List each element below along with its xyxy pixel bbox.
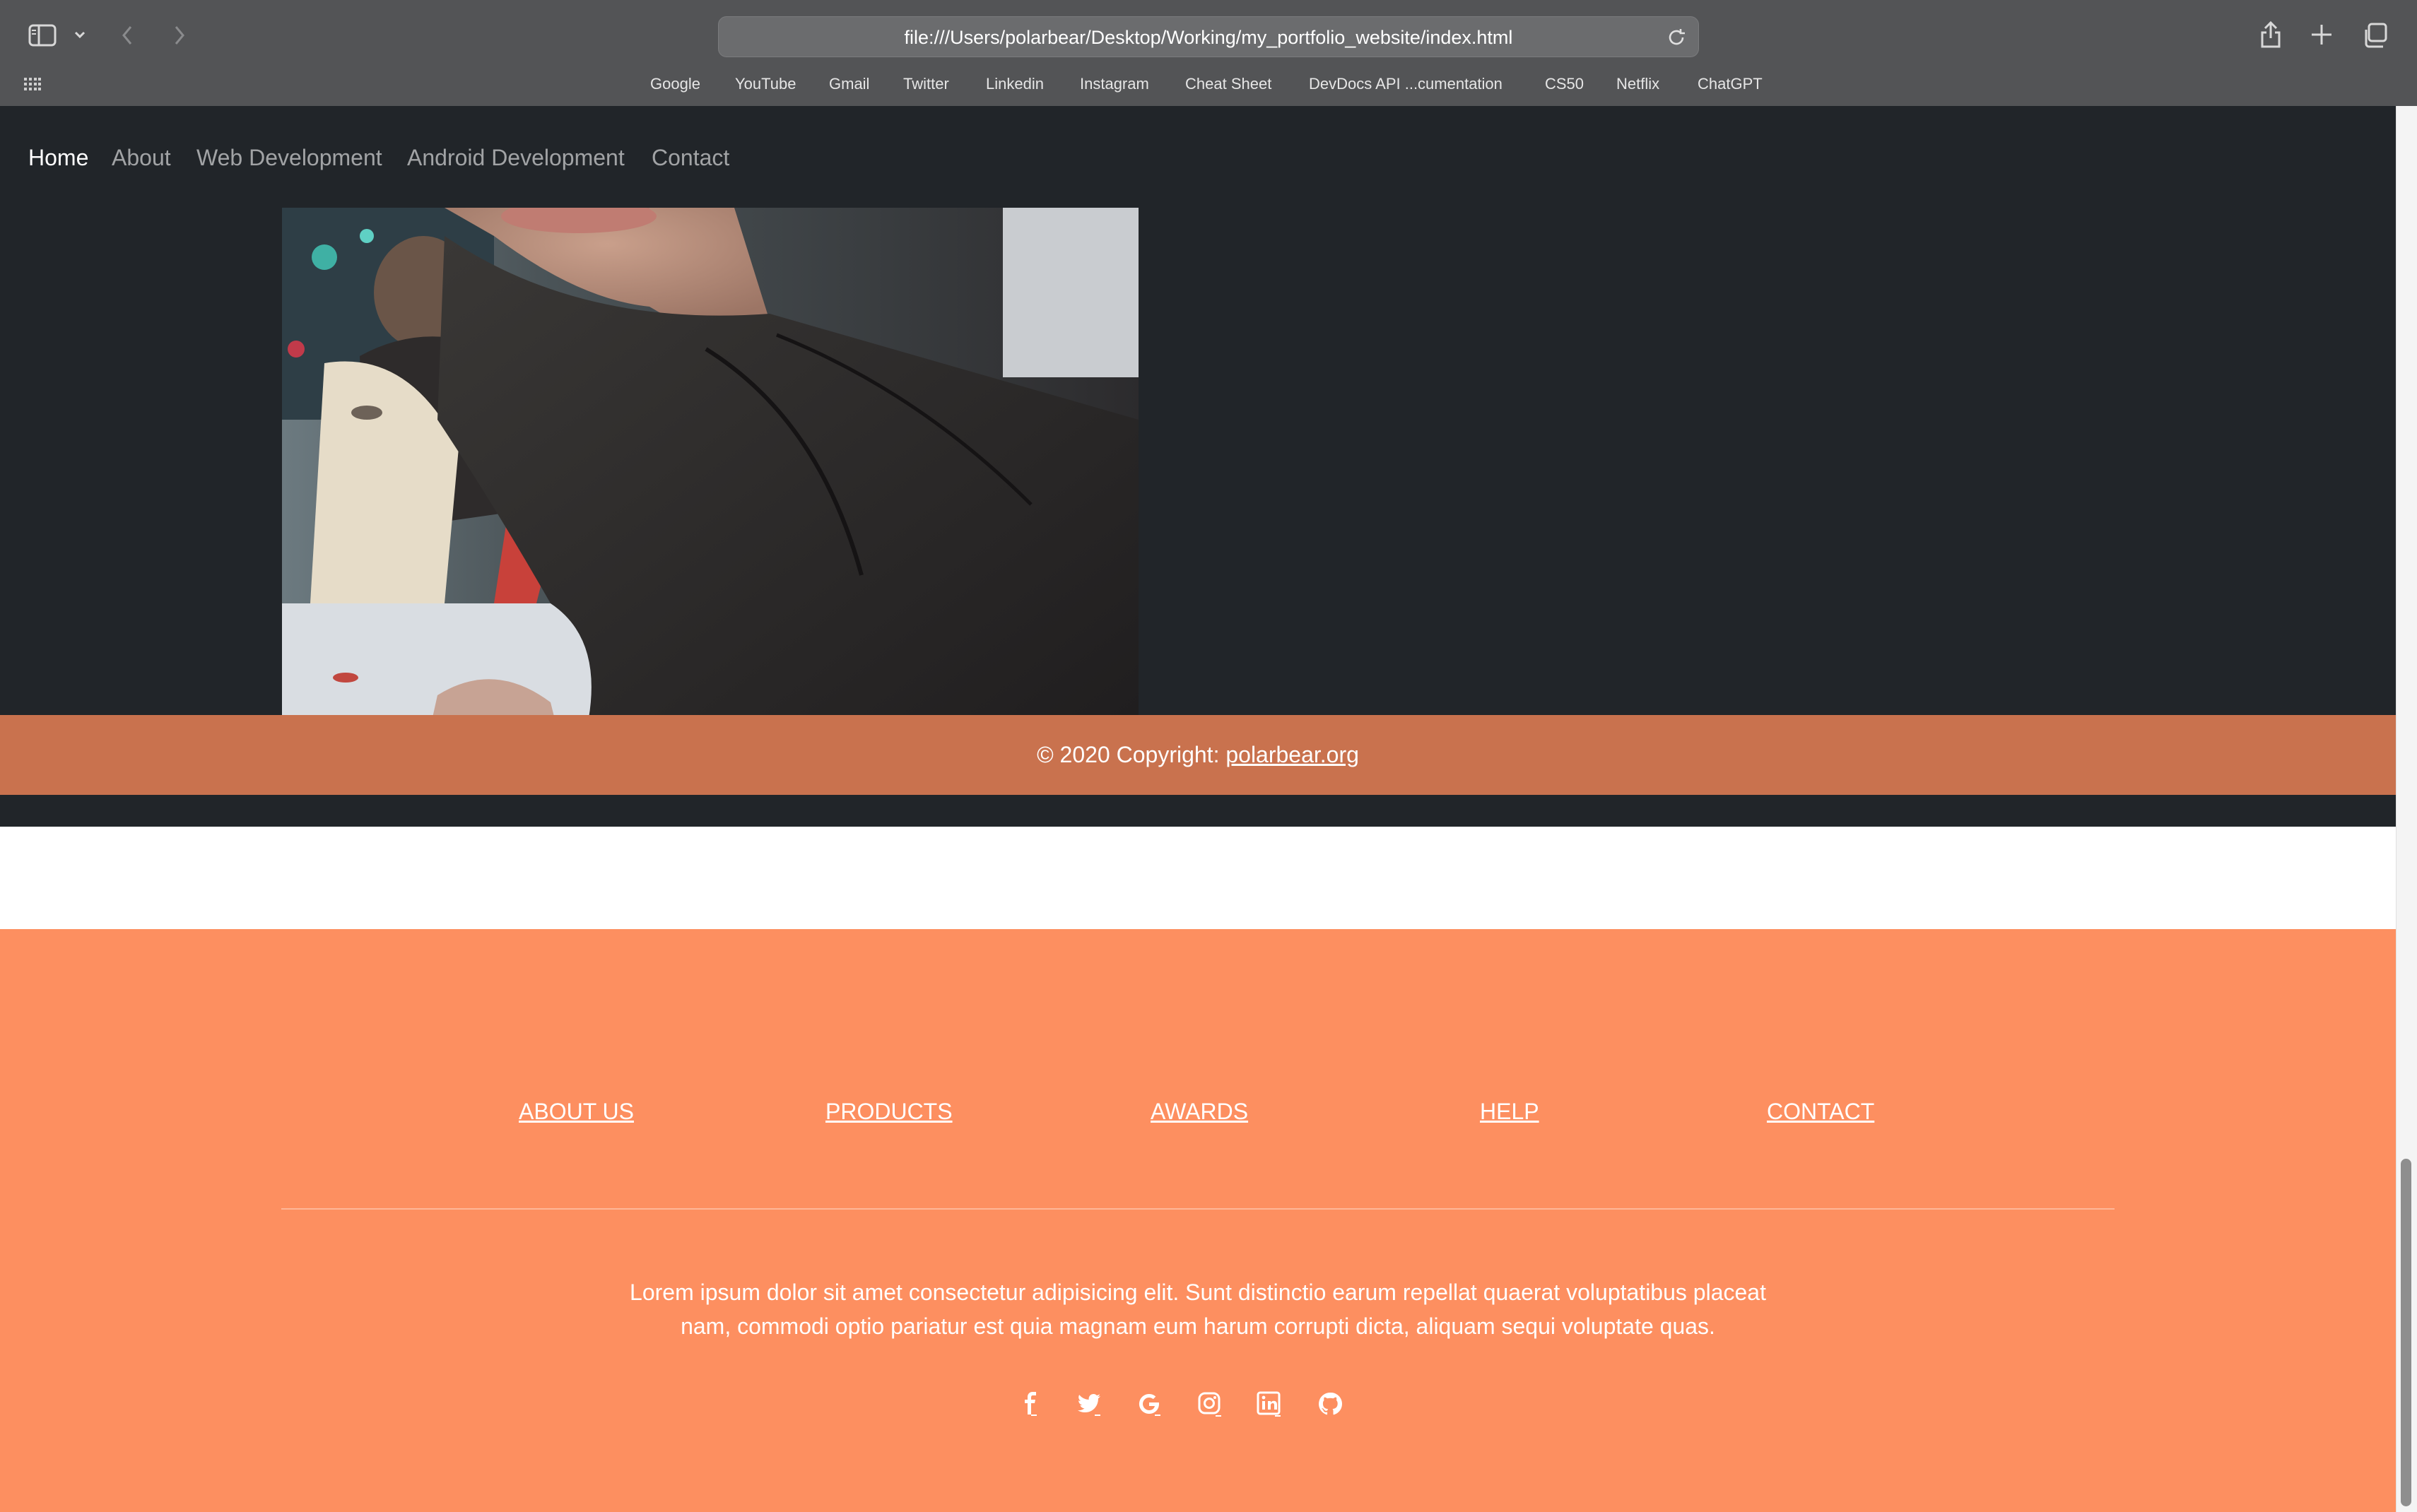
linkedin-icon[interactable] xyxy=(1255,1390,1283,1418)
nav-link-android-development[interactable]: Android Development xyxy=(407,140,625,175)
bookmark-cs50[interactable]: CS50 xyxy=(1545,72,1584,96)
page-content: Home About Web Development Android Devel… xyxy=(0,106,2396,1512)
bookmarks-bar: Google YouTube Gmail Twitter Linkedin In… xyxy=(0,72,2417,96)
chevron-down-icon[interactable] xyxy=(73,30,86,40)
sidebar-icon[interactable] xyxy=(28,24,57,47)
footer-link-products[interactable]: PRODUCTS xyxy=(825,1099,953,1125)
new-tab-icon[interactable] xyxy=(2310,23,2334,47)
twitter-icon[interactable] xyxy=(1075,1390,1103,1418)
address-bar[interactable]: file:///Users/polarbear/Desktop/Working/… xyxy=(718,16,1699,57)
forward-icon[interactable] xyxy=(172,24,187,47)
tab-overview-icon[interactable] xyxy=(2362,23,2387,48)
bookmark-cheat-sheet[interactable]: Cheat Sheet xyxy=(1185,72,1271,96)
copyright-link[interactable]: polarbear.org xyxy=(1225,742,1359,767)
share-icon[interactable] xyxy=(2259,20,2283,49)
bookmark-google[interactable]: Google xyxy=(650,72,700,96)
bookmark-youtube[interactable]: YouTube xyxy=(735,72,796,96)
bookmark-linkedin[interactable]: Linkedin xyxy=(986,72,1044,96)
bookmark-gmail[interactable]: Gmail xyxy=(829,72,869,96)
bookmark-chatgpt[interactable]: ChatGPT xyxy=(1698,72,1763,96)
bookmark-devdocs[interactable]: DevDocs API ...cumentation xyxy=(1309,72,1502,96)
copyright-text: © 2020 Copyright: polarbear.org xyxy=(0,715,2396,795)
footer-link-help[interactable]: HELP xyxy=(1480,1099,1539,1125)
scrollbar-thumb[interactable] xyxy=(2401,1159,2411,1506)
footer-link-about-us[interactable]: ABOUT US xyxy=(519,1099,634,1125)
footer-description: Lorem ipsum dolor sit amet consectetur a… xyxy=(630,1280,1766,1339)
footer: ABOUT US PRODUCTS AWARDS HELP CONTACT Lo… xyxy=(0,929,2396,1512)
profile-photo xyxy=(282,208,1139,759)
bookmark-twitter[interactable]: Twitter xyxy=(903,72,949,96)
github-icon[interactable] xyxy=(1316,1390,1344,1418)
url-text[interactable]: file:///Users/polarbear/Desktop/Working/… xyxy=(719,17,1698,58)
instagram-icon[interactable] xyxy=(1196,1390,1224,1418)
footer-link-contact[interactable]: CONTACT xyxy=(1767,1099,1874,1125)
copyright-prefix: © 2020 Copyright: xyxy=(1037,742,1226,767)
bookmark-instagram[interactable]: Instagram xyxy=(1080,72,1149,96)
bookmark-netflix[interactable]: Netflix xyxy=(1616,72,1659,96)
nav-link-web-development[interactable]: Web Development xyxy=(196,140,382,175)
nav-link-contact[interactable]: Contact xyxy=(652,140,729,175)
copyright-bar: © 2020 Copyright: polarbear.org xyxy=(0,715,2396,795)
nav-link-home[interactable]: Home xyxy=(28,140,88,175)
footer-divider xyxy=(281,1208,2115,1210)
back-icon[interactable] xyxy=(120,24,134,47)
footer-link-awards[interactable]: AWARDS xyxy=(1151,1099,1248,1125)
browser-chrome: file:///Users/polarbear/Desktop/Working/… xyxy=(0,0,2417,106)
google-icon[interactable] xyxy=(1135,1390,1163,1418)
nav-link-about[interactable]: About xyxy=(112,140,171,175)
reload-icon[interactable] xyxy=(1666,27,1687,48)
facebook-icon[interactable] xyxy=(1017,1390,1045,1418)
